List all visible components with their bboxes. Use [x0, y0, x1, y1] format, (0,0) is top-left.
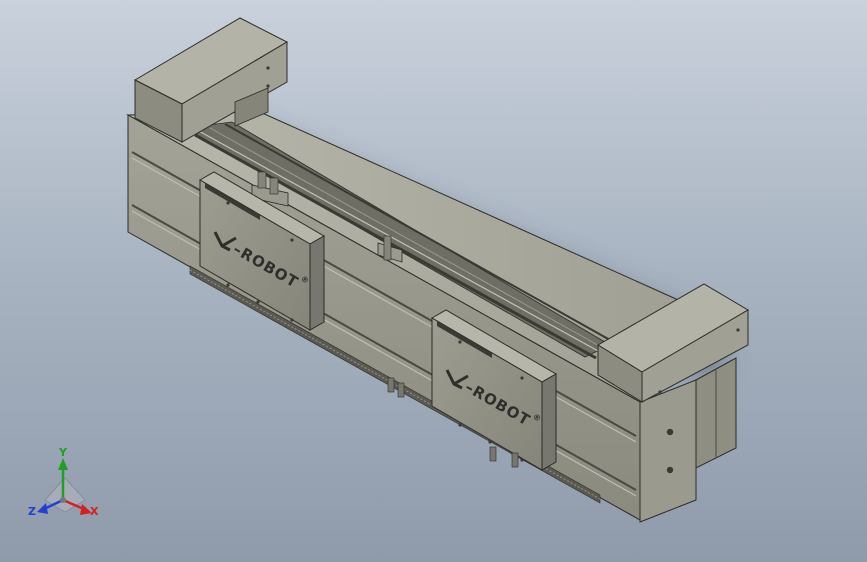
carriage-1-screw: [256, 300, 260, 304]
carriage-2-screw: [520, 458, 524, 462]
carriage-1-side: [309, 235, 325, 331]
left-cap-screw: [266, 66, 270, 70]
carriage-1-screw: [290, 238, 294, 242]
carriage-2-screw: [458, 423, 462, 427]
z-axis-label: Z: [28, 505, 36, 518]
x-axis-label: X: [90, 505, 99, 518]
carriage-1-screw: [226, 201, 230, 205]
right-cap-screw: [736, 328, 740, 332]
carriage-2-screw: [458, 340, 462, 344]
z-axis-arrow: [37, 503, 48, 514]
carriage-2-screw: [488, 440, 492, 444]
carriage-1-screw: [226, 283, 230, 287]
cad-viewport[interactable]: –ROBOT ® –ROBOT ® Y X Z: [0, 0, 867, 562]
rail-block-post: [269, 177, 279, 195]
y-axis-arrow: [58, 458, 68, 470]
model-canvas[interactable]: –ROBOT ® –ROBOT ® Y X Z: [0, 0, 867, 562]
rail-block-post: [257, 171, 267, 189]
end-plate-hole: [666, 466, 674, 474]
left-cap-screw: [266, 84, 270, 88]
end-plate-hole: [666, 428, 674, 436]
right-cap-screw: [658, 390, 662, 394]
carriage-2-screw: [520, 376, 524, 380]
right-end-plate: [639, 379, 697, 523]
triad-origin: [60, 497, 66, 503]
carriage-1-screw: [290, 318, 294, 322]
y-axis-label: Y: [58, 446, 68, 459]
carriage-2-side: [541, 373, 557, 471]
coordinate-triad: Y X Z: [28, 446, 99, 518]
rail-block-post: [383, 235, 392, 261]
